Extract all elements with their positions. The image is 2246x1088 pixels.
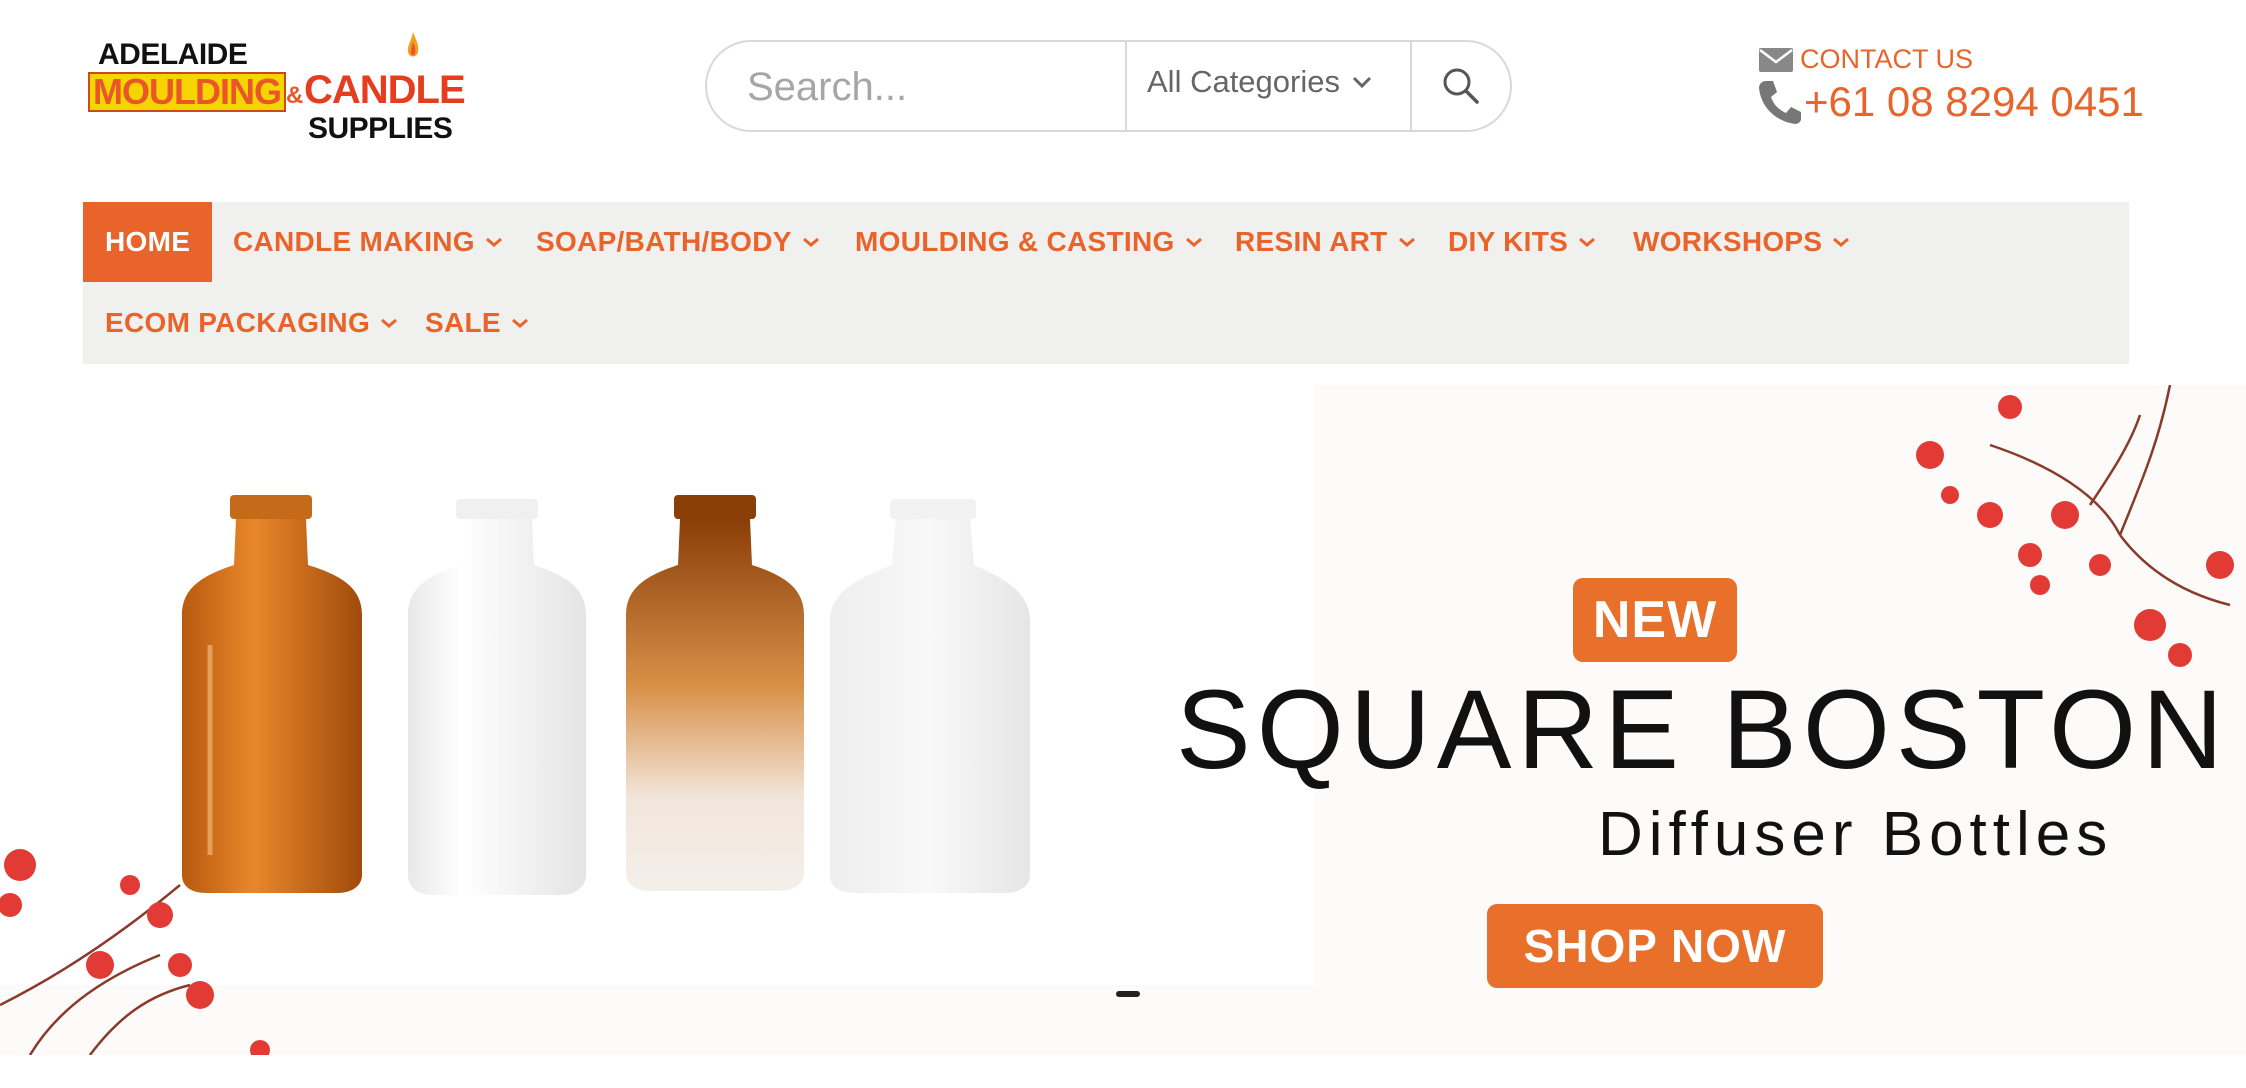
nav-item-label: ECOM PACKAGING [105, 307, 371, 338]
phone-number: +61 08 8294 0451 [1804, 78, 2144, 125]
nav-item-ecom-packaging[interactable]: ECOM PACKAGING [105, 283, 398, 363]
site-logo[interactable]: ADELAIDE MOULDING & CANDLE SUPPLIES [88, 32, 466, 145]
category-select[interactable]: All Categories [1147, 64, 1372, 100]
main-nav: HOME CANDLE MAKING SOAP/BATH/BODY MOULDI… [83, 202, 2129, 364]
logo-text-moulding: MOULDING [88, 72, 286, 112]
new-badge: NEW [1573, 578, 1737, 662]
flame-icon [407, 32, 419, 57]
hero-subtitle: Diffuser Bottles [1598, 800, 2114, 869]
site-header: ADELAIDE MOULDING & CANDLE SUPPLIES All … [0, 0, 2246, 195]
nav-item-label: HOME [105, 226, 191, 257]
nav-item-label: RESIN ART [1235, 226, 1388, 257]
logo-text-adelaide: ADELAIDE [98, 38, 248, 71]
search-bar: All Categories [705, 40, 1512, 132]
contact-us-link[interactable]: CONTACT US [1758, 44, 1973, 75]
nav-item-workshops[interactable]: WORKSHOPS [1633, 202, 1850, 282]
chevron-down-icon [1352, 76, 1372, 89]
contact-block: CONTACT US +61 08 8294 0451 [1758, 40, 2158, 130]
nav-item-moulding-casting[interactable]: MOULDING & CASTING [855, 202, 1203, 282]
nav-item-sale[interactable]: SALE [425, 283, 529, 363]
nav-item-label: WORKSHOPS [1633, 226, 1823, 257]
slider-dot[interactable] [1116, 991, 1140, 997]
search-icon [1443, 68, 1479, 104]
nav-item-candle-making[interactable]: CANDLE MAKING [233, 202, 503, 282]
search-input[interactable] [747, 60, 1107, 114]
nav-item-label: SALE [425, 307, 501, 338]
phone-icon [1759, 81, 1801, 124]
logo-text-supplies: SUPPLIES [308, 112, 453, 145]
flower-branch-image [1916, 385, 2234, 667]
logo-text-candle: CANDLE [304, 68, 466, 112]
chevron-down-icon [511, 318, 528, 328]
nav-item-label: DIY KITS [1448, 226, 1569, 257]
search-button[interactable] [1412, 42, 1510, 130]
nav-item-soap-bath-body[interactable]: SOAP/BATH/BODY [536, 202, 820, 282]
contact-us-label: CONTACT US [1800, 44, 1974, 74]
logo-text-ampersand: & [286, 82, 304, 109]
hero-title: SQUARE BOSTON [1176, 667, 2230, 792]
chevron-down-icon [1833, 237, 1850, 247]
chevron-down-icon [1579, 237, 1596, 247]
phone-link[interactable]: +61 08 8294 0451 [1758, 78, 2144, 126]
flower-branch-image [0, 849, 270, 1055]
envelope-icon [1759, 47, 1793, 72]
chevron-down-icon [802, 237, 819, 247]
search-divider [1125, 42, 1127, 130]
nav-item-home[interactable]: HOME [83, 202, 213, 282]
nav-item-label: CANDLE MAKING [233, 226, 475, 257]
hero-banner[interactable]: NEW SQUARE BOSTON Diffuser Bottles SHOP … [0, 385, 2246, 1055]
nav-item-label: SOAP/BATH/BODY [536, 226, 792, 257]
chevron-down-icon [485, 237, 502, 247]
nav-item-resin-art[interactable]: RESIN ART [1235, 202, 1416, 282]
chevron-down-icon [381, 318, 398, 328]
category-select-label: All Categories [1147, 64, 1340, 99]
nav-item-diy-kits[interactable]: DIY KITS [1448, 202, 1596, 282]
shop-now-button[interactable]: SHOP NOW [1487, 904, 1823, 988]
chevron-down-icon [1398, 237, 1415, 247]
nav-item-label: MOULDING & CASTING [855, 226, 1175, 257]
chevron-down-icon [1185, 237, 1202, 247]
